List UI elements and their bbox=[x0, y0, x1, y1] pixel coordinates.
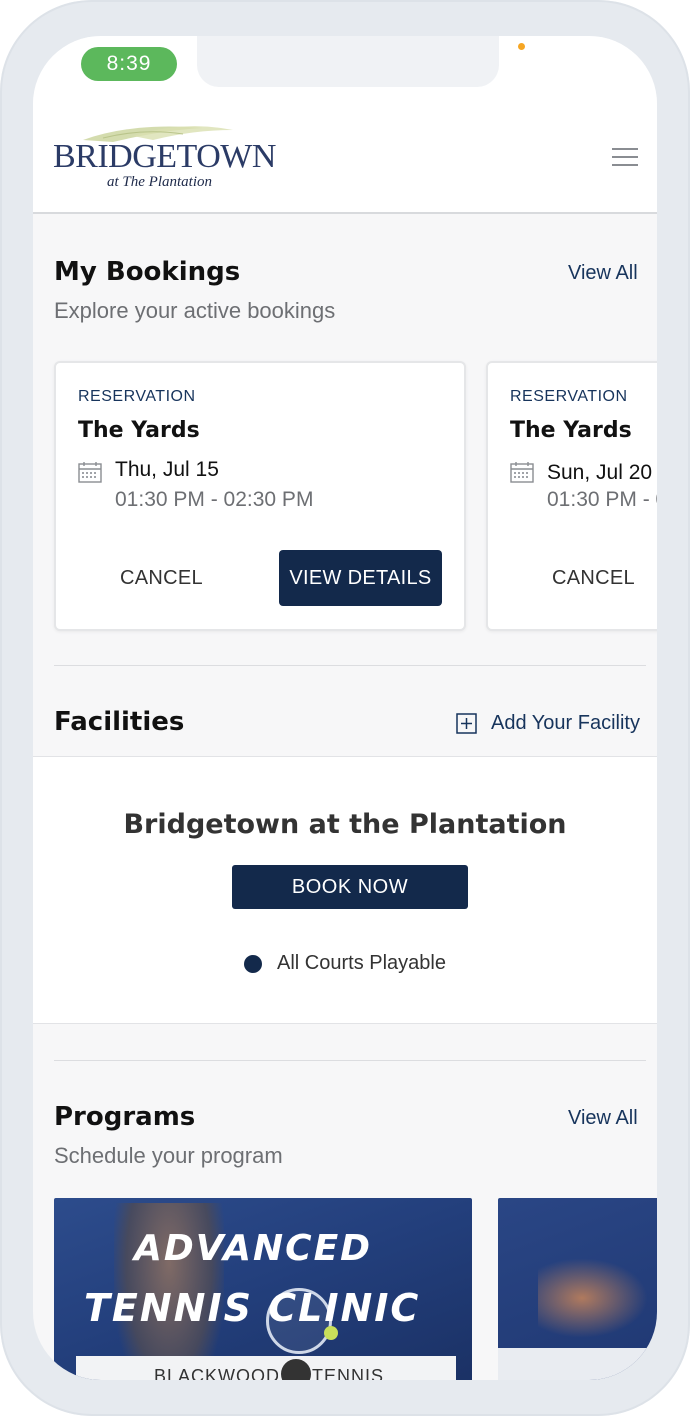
sponsor-name-left: BLACKWOOD bbox=[154, 1366, 281, 1380]
app-screen: 8:39 BRIDGETOWN at The Plantation My Boo… bbox=[33, 36, 657, 1380]
phone-frame: 8:39 BRIDGETOWN at The Plantation My Boo… bbox=[0, 0, 690, 1416]
status-dot-icon bbox=[244, 955, 262, 973]
program-title-line2: TENNIS CLINIC bbox=[84, 1286, 421, 1330]
device-notch bbox=[197, 36, 499, 87]
booking-facility-name: The Yards bbox=[78, 418, 200, 443]
cancel-booking-button[interactable]: CANCEL bbox=[552, 567, 635, 590]
facility-card: Bridgetown at the Plantation BOOK NOW Al… bbox=[33, 756, 657, 1024]
booking-date: Thu, Jul 15 bbox=[115, 458, 219, 481]
player-photo bbox=[538, 1258, 648, 1338]
program-title-line1: ADVANCED bbox=[134, 1228, 373, 1269]
status-time: 8:39 bbox=[81, 47, 177, 81]
sponsor-banner bbox=[498, 1348, 657, 1380]
facilities-title: Facilities bbox=[54, 707, 185, 737]
calendar-icon bbox=[510, 462, 534, 483]
programs-subtitle: Schedule your program bbox=[54, 1143, 283, 1168]
booking-date: Sun, Jul 20 bbox=[547, 461, 653, 484]
program-card-image[interactable] bbox=[498, 1198, 657, 1380]
facility-name: Bridgetown at the Plantation bbox=[123, 809, 567, 840]
status-bar: 8:39 bbox=[33, 36, 657, 96]
add-square-icon[interactable] bbox=[456, 713, 477, 734]
sponsor-name-right: TENNIS bbox=[312, 1366, 385, 1380]
booking-facility-name: The Yards bbox=[510, 418, 632, 443]
booking-card: RESERVATION The Yards Sun, Jul 20 01:30 … bbox=[486, 361, 657, 631]
booking-type-label: RESERVATION bbox=[510, 388, 628, 405]
book-now-button[interactable]: BOOK NOW bbox=[232, 865, 468, 909]
bookings-view-all-link[interactable]: View All bbox=[568, 262, 638, 285]
menu-icon[interactable] bbox=[612, 148, 638, 168]
logo-wordmark: BRIDGETOWN bbox=[53, 138, 276, 175]
bridgetown-logo[interactable]: BRIDGETOWN at The Plantation bbox=[53, 118, 283, 198]
booking-card: RESERVATION The Yards Thu, Jul 15 01:30 … bbox=[54, 361, 466, 631]
programs-title: Programs bbox=[54, 1102, 196, 1132]
court-status-text: All Courts Playable bbox=[277, 952, 446, 974]
programs-view-all-link[interactable]: View All bbox=[568, 1107, 638, 1130]
app-header: BRIDGETOWN at The Plantation bbox=[33, 96, 657, 214]
view-details-button[interactable]: VIEW DETAILS bbox=[279, 550, 442, 606]
cancel-booking-button[interactable]: CANCEL bbox=[120, 567, 203, 590]
booking-type-label: RESERVATION bbox=[78, 388, 196, 405]
section-divider bbox=[54, 1060, 646, 1061]
booking-time-range: 01:30 PM - 02:30 PM bbox=[547, 488, 657, 511]
bookings-title: My Bookings bbox=[54, 257, 241, 287]
privacy-indicator-dot bbox=[518, 43, 525, 50]
add-facility-link[interactable]: Add Your Facility bbox=[491, 712, 640, 735]
calendar-icon bbox=[78, 462, 102, 483]
program-card-image[interactable]: ADVANCED TENNIS CLINIC BLACKWOOD TENNIS bbox=[54, 1198, 472, 1380]
bookings-subtitle: Explore your active bookings bbox=[54, 298, 336, 323]
logo-tagline: at The Plantation bbox=[107, 174, 212, 190]
booking-time-range: 01:30 PM - 02:30 PM bbox=[115, 488, 314, 511]
section-divider bbox=[54, 665, 646, 666]
